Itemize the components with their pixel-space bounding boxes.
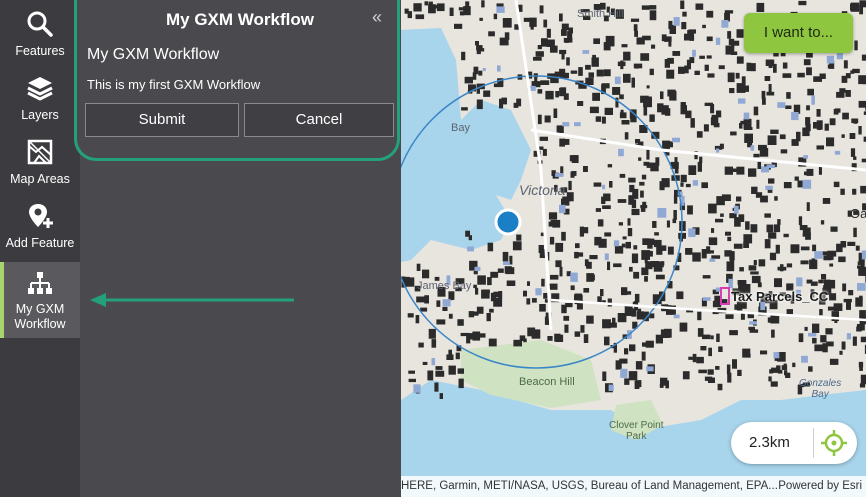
map-view[interactable]: Smith Hill Bay Victoria James Bay Beacon…	[401, 0, 866, 497]
workflow-heading: My GXM Workflow	[87, 46, 220, 63]
scale-readout: 2.3km	[749, 434, 790, 451]
layers-label: Layers	[21, 108, 59, 122]
workflow-label-line1: My GXM	[15, 302, 65, 316]
add-feature-icon	[29, 204, 53, 228]
clover-point-line1: Clover Point	[609, 420, 664, 431]
map-areas-icon	[27, 139, 53, 165]
submit-button[interactable]: Submit	[85, 103, 239, 137]
workflow-label-line2: Workflow	[14, 317, 66, 331]
double-chevron-left-icon: «	[371, 7, 382, 27]
locate-crosshair-icon[interactable]	[817, 427, 851, 459]
collapse-panel-button[interactable]: «	[367, 8, 387, 28]
map-areas-label: Map Areas	[10, 172, 70, 186]
features-tool-button[interactable]: Features	[0, 0, 80, 64]
left-toolbar: Features Layers Map Areas Add Feature My…	[0, 0, 80, 497]
place-label-beacon-hill: Beacon Hill	[519, 376, 575, 388]
add-feature-label: Add Feature	[5, 236, 75, 250]
layers-icon	[27, 77, 53, 101]
gonzales-line2: Bay	[811, 389, 829, 400]
place-label-bay: Bay	[451, 122, 470, 134]
my-gxm-workflow-tool-button[interactable]: My GXM Workflow	[0, 262, 80, 338]
attribution-sources: HERE, Garmin, METI/NASA, USGS, Bureau of…	[401, 480, 778, 492]
clover-point-line2: Park	[625, 431, 647, 442]
scale-divider	[813, 428, 814, 458]
powered-by-esri[interactable]: Powered by Esri	[778, 476, 862, 497]
search-icon	[27, 11, 53, 37]
map-areas-tool-button[interactable]: Map Areas	[0, 128, 80, 192]
place-label-gonzales-bay: Gonzales Bay	[799, 378, 841, 400]
scale-and-locate-control: 2.3km	[731, 422, 857, 464]
workflow-card-title: My GXM Workflow	[166, 10, 314, 29]
i-want-to-button[interactable]: I want to...	[744, 13, 853, 53]
annotation-arrow-icon	[90, 293, 294, 307]
workflow-card: My GXM Workflow « My GXM Workflow This i…	[74, 0, 400, 161]
place-label-james-bay: James Bay	[417, 280, 472, 292]
gonzales-line1: Gonzales	[799, 378, 842, 389]
place-label-clover-point: Clover Point Park	[609, 420, 663, 442]
tax-parcels-label: Tax Parcels_CC	[731, 289, 829, 304]
place-label-smith-hill: Smith Hill	[577, 8, 624, 20]
add-feature-tool-button[interactable]: Add Feature	[0, 192, 80, 256]
my-gxm-workflow-label: My GXM Workflow	[0, 302, 80, 332]
place-label-victoria: Victoria	[519, 182, 566, 198]
cancel-button[interactable]: Cancel	[244, 103, 394, 137]
workflow-description: This is my first GXM Workflow	[87, 77, 261, 92]
place-label-oak: Oa	[850, 206, 866, 221]
layers-tool-button[interactable]: Layers	[0, 64, 80, 128]
workflow-icon	[28, 272, 52, 294]
map-attribution: HERE, Garmin, METI/NASA, USGS, Bureau of…	[401, 476, 866, 497]
features-label: Features	[15, 44, 65, 58]
